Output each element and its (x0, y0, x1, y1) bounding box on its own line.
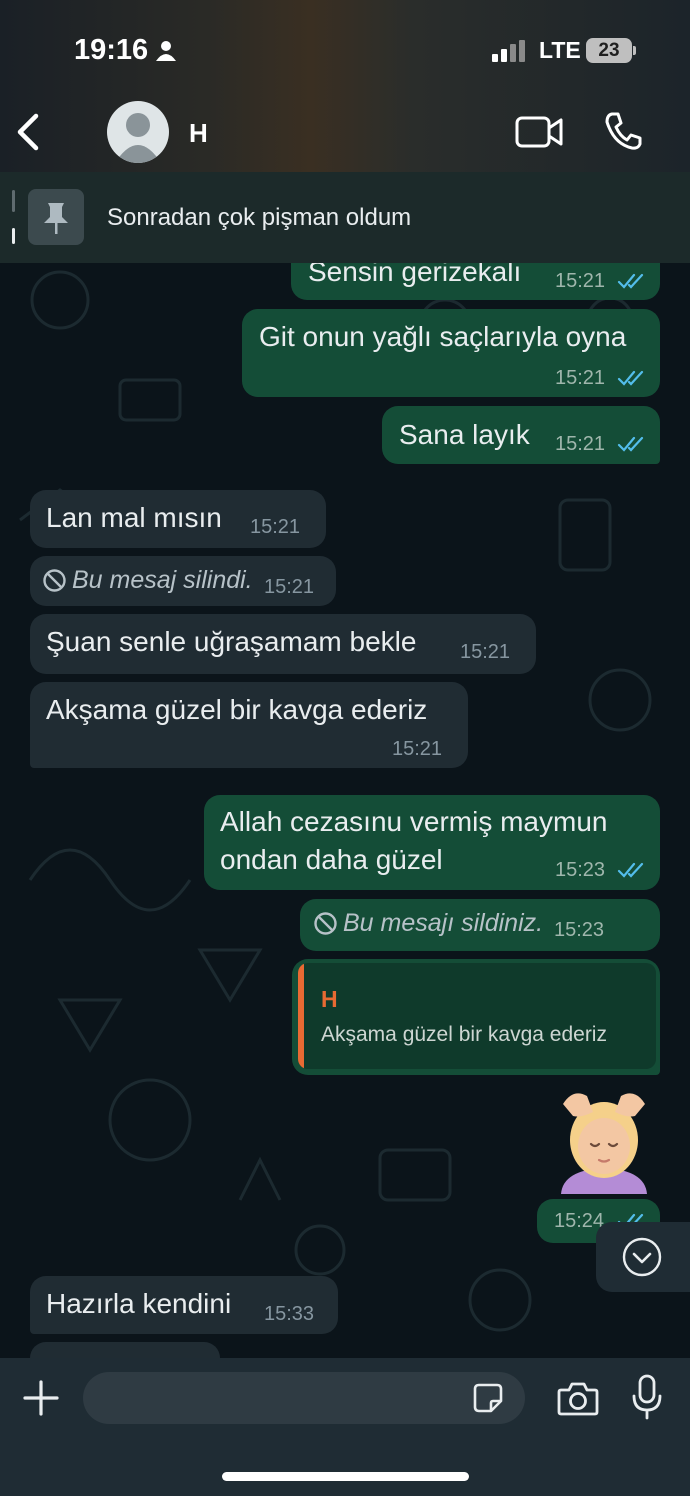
contact-avatar[interactable] (107, 101, 169, 163)
read-ticks-icon (617, 861, 645, 884)
deleted-message-bubble[interactable]: Bu mesajı sildiniz. 15:23 (300, 899, 660, 951)
plus-icon (22, 1380, 60, 1421)
message-time: 15:21 (555, 270, 606, 292)
read-ticks-icon (617, 435, 645, 458)
message-time: 15:21 (555, 367, 606, 389)
signal-icon (492, 40, 526, 67)
deleted-message-bubble[interactable]: Bu mesaj silindi. 15:21 (30, 556, 336, 606)
message-bubble-outgoing[interactable]: Sana layık 15:21 (382, 406, 660, 464)
message-bubble-incoming[interactable]: Hazırla kendini 15:33 (30, 1276, 338, 1334)
emoji-message[interactable] (553, 1082, 655, 1194)
network-label: LTE (539, 37, 581, 63)
quoted-message[interactable]: H Akşama güzel bir kavga ederiz (298, 963, 656, 1069)
massage-emoji-icon (561, 1093, 647, 1194)
message-bubble-incoming[interactable]: Şuan senle uğraşamam bekle 15:21 (30, 614, 536, 674)
message-text-line-1: Allah cezasınu vermiş maymun (220, 806, 608, 837)
battery-indicator: 23 (586, 38, 632, 63)
message-text-line-2: ondan daha güzel (220, 844, 443, 875)
person-icon (156, 40, 176, 67)
back-button[interactable] (12, 110, 44, 154)
back-icon (12, 113, 44, 158)
message-time: 15:21 (250, 516, 301, 538)
message-time: 15:24 (554, 1210, 605, 1232)
message-time: 15:21 (392, 738, 443, 760)
message-time: 15:21 (460, 641, 511, 663)
video-icon (515, 116, 563, 154)
pin-indicator (12, 190, 15, 212)
deleted-message-text: Bu mesajı sildiniz. (343, 909, 544, 937)
battery-tip (633, 46, 636, 55)
message-time: 15:33 (264, 1303, 315, 1325)
video-call-button[interactable] (515, 114, 563, 155)
camera-button[interactable] (557, 1380, 599, 1421)
message-bubble-incoming[interactable]: Lan mal mısın 15:21 (30, 490, 326, 548)
message-time: 15:21 (555, 433, 606, 455)
attach-button[interactable] (22, 1379, 60, 1422)
sticker-icon (471, 1383, 505, 1419)
message-time: 15:23 (555, 859, 606, 881)
message-text: Şuan senle uğraşamam bekle (46, 626, 417, 657)
contact-name[interactable]: H (189, 118, 208, 149)
message-bubble-outgoing[interactable]: Git onun yağlı saçlarıyla oyna 15:21 (242, 309, 660, 397)
message-time: 15:21 (264, 576, 315, 598)
pin-icon-box (28, 189, 84, 245)
quoted-sender: H (321, 986, 338, 1012)
sticker-button[interactable] (471, 1381, 505, 1420)
read-ticks-icon (617, 369, 645, 392)
deleted-message-text: Bu mesaj silindi. (72, 566, 253, 594)
message-text: Akşama güzel bir kavga ederiz (46, 694, 428, 725)
quoted-text: Akşama güzel bir kavga ederiz (321, 1023, 607, 1046)
status-bar: 19:16 LTE 23 (0, 0, 690, 95)
pin-indicator-active (12, 228, 15, 244)
message-text: Hazırla kendini (46, 1288, 232, 1319)
message-time: 15:23 (554, 919, 605, 941)
pinned-message-text: Sonradan çok pişman oldum (107, 204, 412, 231)
voice-call-button[interactable] (604, 111, 642, 156)
message-input[interactable] (83, 1372, 525, 1424)
voice-message-button[interactable] (632, 1374, 662, 1425)
mic-icon (632, 1374, 662, 1424)
camera-icon (557, 1382, 599, 1420)
scroll-to-bottom-button[interactable] (596, 1222, 690, 1292)
message-bubble-outgoing[interactable]: Allah cezasınu vermiş maymun ondan daha … (204, 795, 660, 890)
ban-icon (313, 911, 338, 941)
message-text: Lan mal mısın (46, 502, 222, 533)
quote-accent-bar (298, 963, 304, 1069)
read-ticks-icon (617, 272, 645, 295)
pin-icon (28, 203, 84, 249)
status-time: 19:16 (74, 34, 149, 66)
message-text: Sana layık (399, 419, 530, 450)
ban-icon (42, 568, 67, 598)
message-text: Git onun yağlı saçlarıyla oyna (259, 321, 627, 352)
message-bubble-incoming[interactable]: Akşama güzel bir kavga ederiz 15:21 (30, 682, 468, 768)
chevron-down-icon (622, 1237, 662, 1282)
phone-icon (604, 112, 642, 155)
home-indicator[interactable] (222, 1472, 469, 1481)
